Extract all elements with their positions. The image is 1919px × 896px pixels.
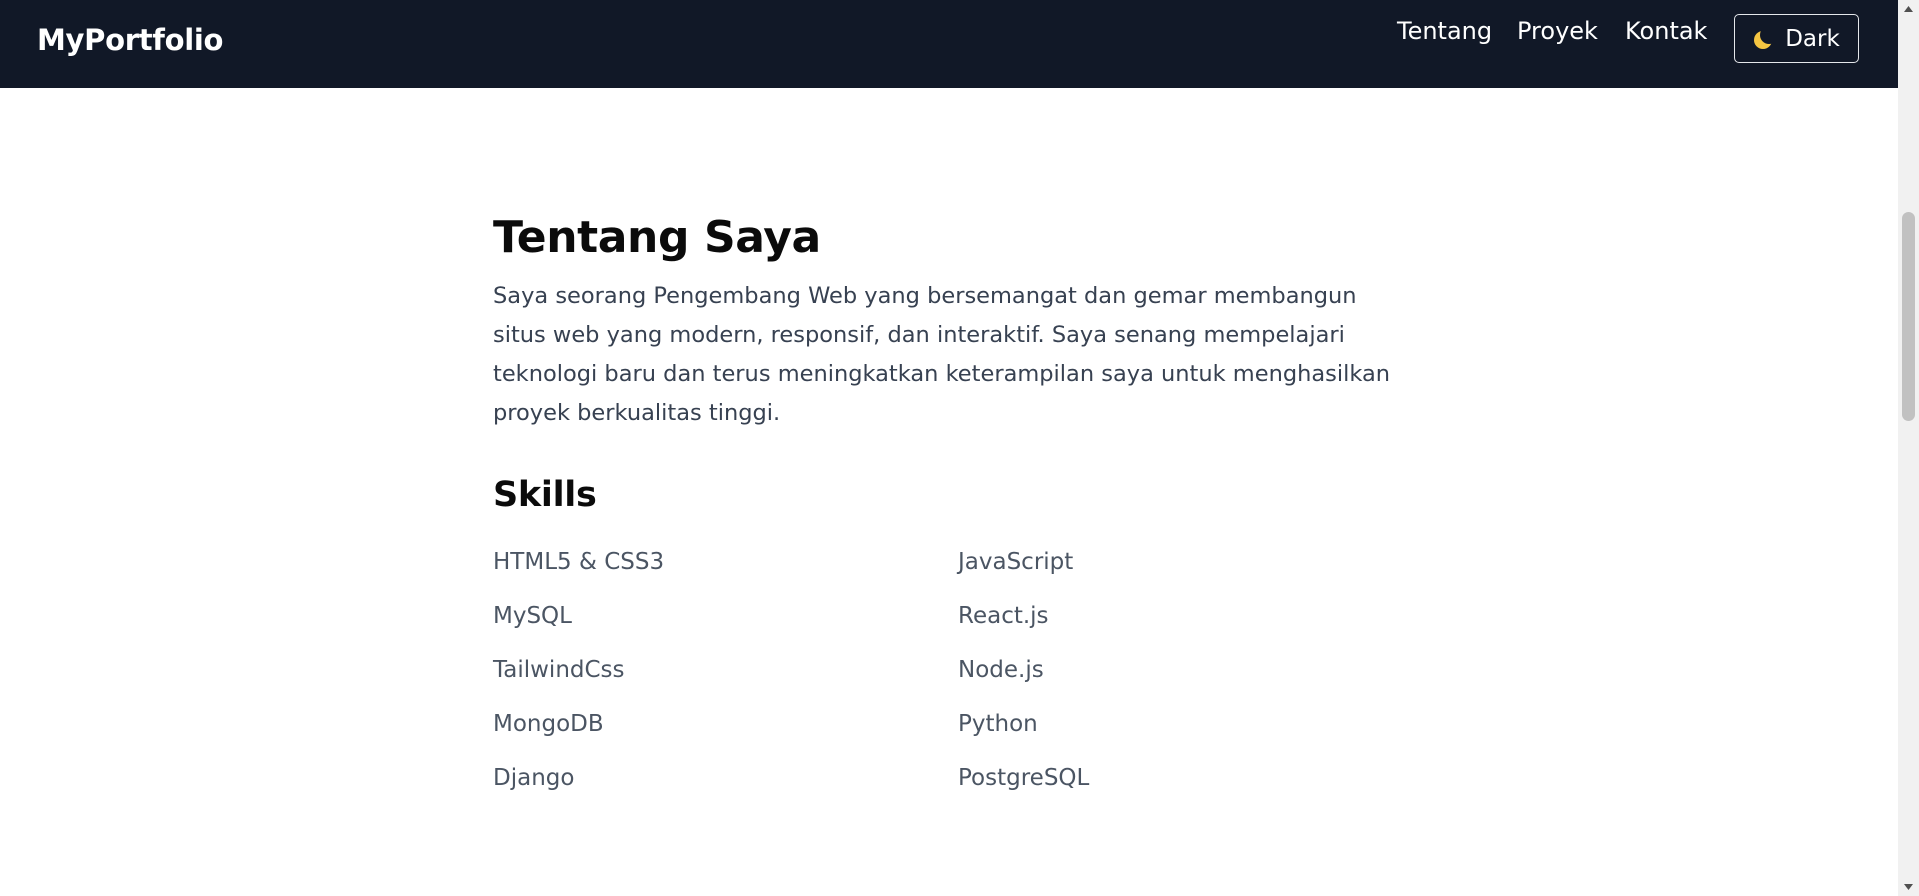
skill-item: React.js — [958, 603, 1049, 629]
brand-logo[interactable]: MyPortfolio — [37, 0, 223, 80]
skill-item: Node.js — [958, 657, 1044, 683]
nav-link-kontak[interactable]: Kontak — [1625, 17, 1707, 45]
page: MyPortfolio Tentang Proyek Kontak Dark T… — [0, 0, 1919, 896]
nav-link-tentang[interactable]: Tentang — [1397, 17, 1492, 45]
scroll-up-arrow-icon[interactable] — [1898, 0, 1919, 17]
moon-icon — [1753, 28, 1775, 50]
skills-title: Skills — [493, 475, 597, 515]
skills-grid: HTML5 & CSS3 JavaScript MySQL React.js T… — [493, 535, 1393, 805]
skill-item: PostgreSQL — [958, 765, 1090, 791]
scroll-down-arrow-icon[interactable] — [1898, 879, 1919, 896]
about-text: Saya seorang Pengembang Web yang bersema… — [493, 283, 1391, 426]
skill-item: HTML5 & CSS3 — [493, 549, 665, 575]
navbar: MyPortfolio Tentang Proyek Kontak Dark — [0, 0, 1898, 88]
skill-item: TailwindCss — [493, 657, 625, 683]
skill-item: JavaScript — [958, 549, 1074, 575]
about-section: Tentang Saya Saya seorang Pengembang Web… — [493, 205, 1393, 805]
skill-item: Python — [958, 711, 1038, 737]
about-title: Tentang Saya — [493, 212, 821, 263]
theme-toggle-label: Dark — [1785, 25, 1840, 52]
scrollbar-thumb[interactable] — [1902, 212, 1915, 421]
skill-item: MongoDB — [493, 711, 604, 737]
vertical-scrollbar[interactable] — [1898, 0, 1919, 896]
skill-item: MySQL — [493, 603, 572, 629]
nav-link-proyek[interactable]: Proyek — [1517, 17, 1598, 45]
skill-item: Django — [493, 765, 575, 791]
theme-toggle-button[interactable]: Dark — [1734, 14, 1859, 63]
